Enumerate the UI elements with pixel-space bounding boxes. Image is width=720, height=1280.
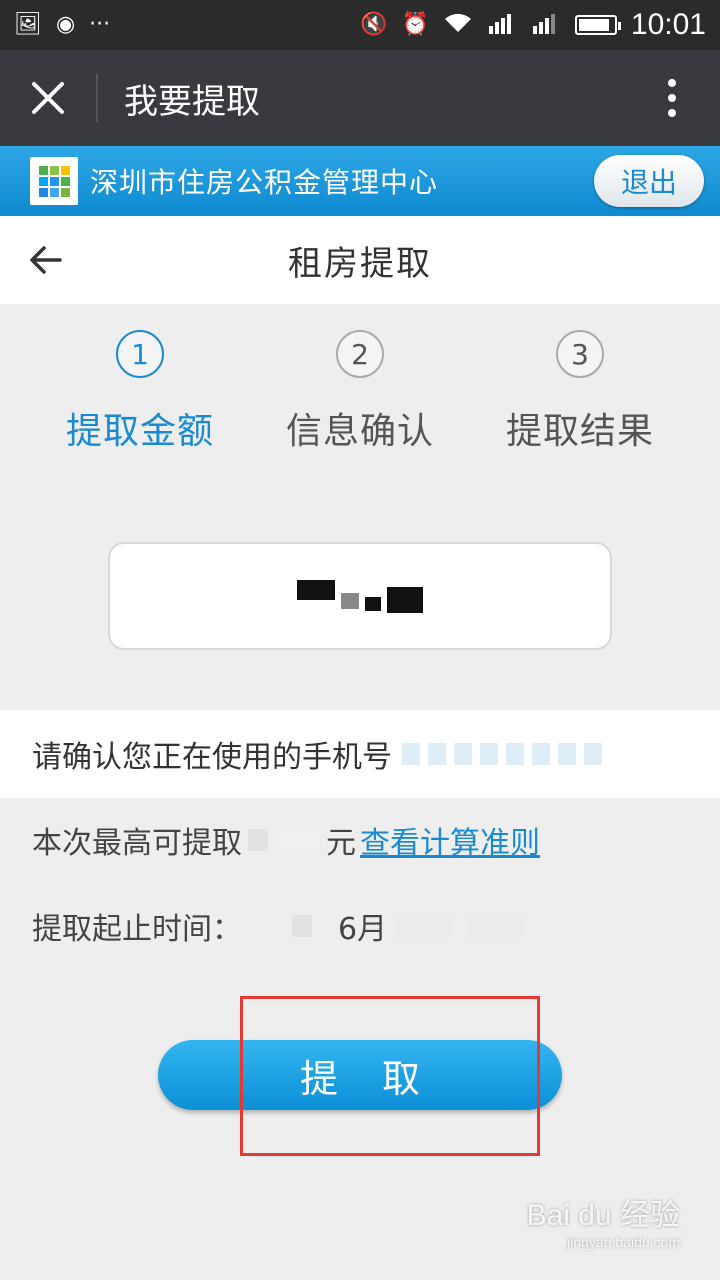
close-icon [32,82,64,114]
status-bar: 🖼 ◉ ··· 🔇 ⏰ 10:01 [0,0,720,50]
step-indicator: 1 提取金额 2 信息确认 3 提取结果 [0,330,720,470]
redacted-amount [297,579,423,613]
step-3: 3 提取结果 [470,330,690,454]
step-label: 提取金额 [65,411,214,452]
logout-button[interactable]: 退出 [594,155,704,207]
redacted-phone [402,743,602,765]
more-notifications-icon: ··· [89,12,111,37]
close-button[interactable] [0,50,96,146]
period-month: 6月 [338,912,388,947]
wifi-icon [443,12,473,39]
step-label: 提取结果 [505,411,654,452]
step-number: 2 [336,330,384,378]
redacted-value [280,829,320,851]
title-bar: 我要提取 [0,50,720,146]
redacted-value [465,915,526,937]
page-header: 租房提取 [0,216,720,304]
back-arrow-icon[interactable] [26,240,66,280]
amount-input[interactable] [108,542,612,650]
phone-confirm-text: 请确认您正在使用的手机号 [32,740,392,775]
withdraw-button[interactable]: 提取 [158,1040,562,1110]
step-number: 3 [556,330,604,378]
mute-icon: 🔇 [360,12,388,37]
calculation-rules-link[interactable]: 查看计算准则 [360,818,540,862]
step-2: 2 信息确认 [250,330,470,454]
more-menu-button[interactable] [624,50,720,146]
watermark-url: jingyan.baidu.com [567,1234,680,1250]
step-label: 信息确认 [285,411,434,452]
org-name: 深圳市住房公积金管理中心 [90,166,439,199]
signal-4g-icon [487,12,517,39]
redacted-value [393,915,454,937]
max-amount-line: 本次最高可提取 元 查看计算准则 [32,818,540,862]
period-line: 提取起止时间： 6月 [32,904,531,948]
redacted-value [292,915,312,937]
battery-icon [574,15,621,35]
phone-confirm-row: 请确认您正在使用的手机号 [0,710,720,798]
redacted-value [248,829,268,851]
alarm-icon: ⏰ [401,12,429,37]
max-amount-unit: 元 [326,826,356,861]
gallery-icon: 🖼 [14,12,42,37]
step-1: 1 提取金额 [30,330,250,454]
step-number: 1 [116,330,164,378]
baidu-watermark: Bai du 经验 jingyan.baidu.com [527,1190,680,1250]
title-divider [96,74,98,122]
watermark-brand: Bai du 经验 [526,1199,680,1232]
period-label: 提取起止时间： [32,912,242,947]
max-amount-prefix: 本次最高可提取 [32,826,242,861]
page-window-title: 我要提取 [124,81,260,122]
signal-g-icon [531,12,561,39]
page-title: 租房提取 [288,243,432,284]
record-icon: ◉ [55,12,76,37]
status-time: 10:01 [630,8,706,41]
more-vertical-icon [668,79,676,117]
org-banner: 深圳市住房公积金管理中心 退出 [0,146,720,216]
org-logo [30,157,78,205]
